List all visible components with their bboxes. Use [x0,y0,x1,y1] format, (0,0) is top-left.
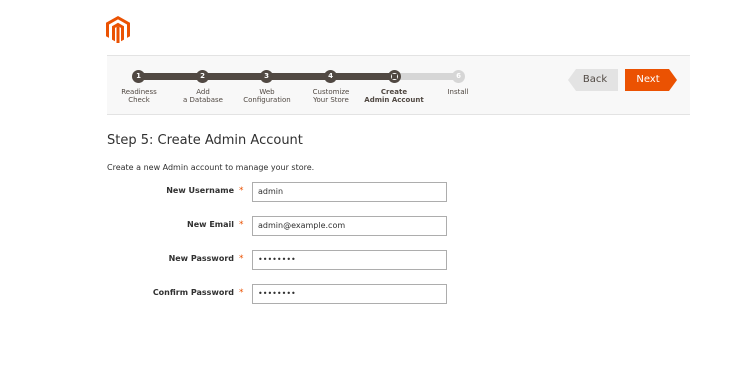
required-marker: * [239,288,244,298]
step-label-readiness-check: Readiness Check [121,88,157,104]
username-label: New Username [166,186,234,195]
email-label: New Email [187,220,234,229]
step-label-install: Install [447,88,469,96]
username-field[interactable]: admin [252,182,447,202]
step-1-marker: 1 [132,70,145,83]
back-button[interactable]: Back [568,69,618,91]
email-field[interactable]: admin@example.com [252,216,447,236]
step-label-customize-store: Customize Your Store [312,88,350,104]
step-label-web-configuration: Web Configuration [243,88,291,104]
page-title: Step 5: Create Admin Account [107,133,303,148]
step-2-marker: 2 [196,70,209,83]
next-button[interactable]: Next [625,69,677,91]
intro-text: Create a new Admin account to manage you… [107,163,315,172]
confirm-password-field[interactable]: •••••••• [252,284,447,304]
password-label: New Password [168,254,234,263]
required-marker: * [239,186,244,196]
step-5-marker-current [388,70,401,83]
step-3-marker: 3 [260,70,273,83]
password-field[interactable]: •••••••• [252,250,447,270]
required-marker: * [239,220,244,230]
confirm-password-label: Confirm Password [152,288,234,297]
required-marker: * [239,254,244,264]
step-4-marker: 4 [324,70,337,83]
step-label-add-database: Add a Database [183,88,223,104]
magento-logo-icon [106,16,130,43]
step-6-marker: 6 [452,70,465,83]
step-label-create-admin-account: Create Admin Account [364,88,424,104]
